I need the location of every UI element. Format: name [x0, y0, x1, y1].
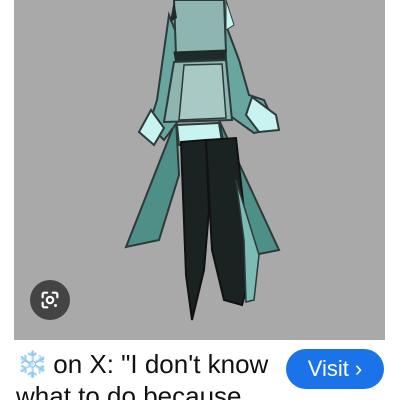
chevron-right-icon: ›: [354, 356, 363, 381]
visit-button[interactable]: Visit ›: [286, 349, 384, 389]
google-lens-button[interactable]: [30, 280, 70, 320]
result-image[interactable]: [14, 0, 385, 340]
character-artwork: [124, 0, 281, 321]
caption-line-1: ❄️ on X: "I don't know: [16, 348, 286, 380]
result-caption[interactable]: ❄️ on X: "I don't know what to do becaus…: [16, 348, 286, 400]
visit-label: Visit: [307, 356, 349, 381]
snowflake-icon: ❄️: [16, 349, 49, 379]
caption-text-1: on X: "I don't know: [53, 349, 269, 379]
google-lens-icon: [41, 291, 59, 309]
caption-line-2: what to do because: [16, 381, 242, 400]
